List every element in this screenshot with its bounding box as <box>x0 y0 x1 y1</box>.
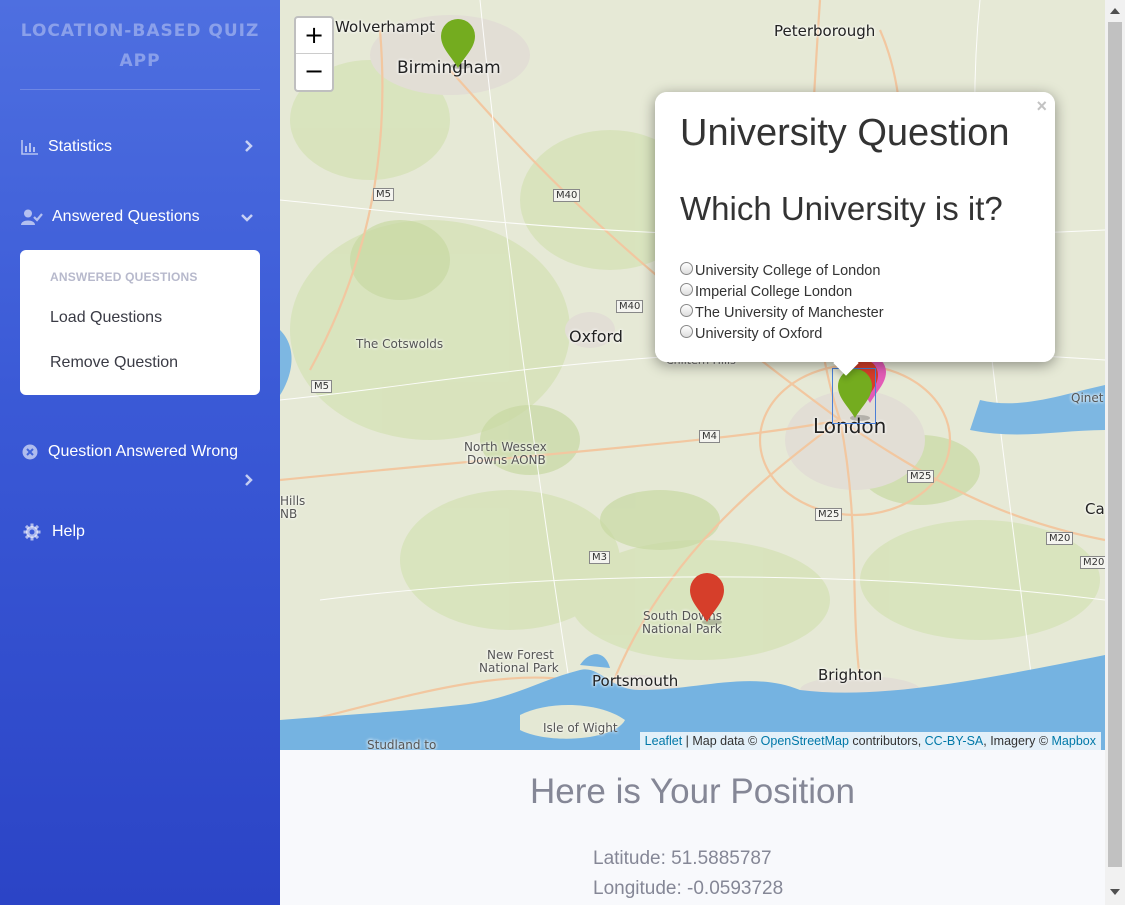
load-questions-link[interactable]: Load Questions <box>50 309 162 327</box>
map-marker-red[interactable] <box>688 572 728 626</box>
attribution-text: | Map data © <box>682 734 761 748</box>
longitude-line: Longitude: -0.0593728 <box>593 878 783 900</box>
map-label-new-forest-np: National Park <box>479 661 559 675</box>
sidebar: LOCATION-BASED QUIZ APP Statistics Answe… <box>0 0 280 905</box>
attribution-text: , Imagery © <box>983 734 1052 748</box>
attribution-text: contributors, <box>848 734 925 748</box>
map-label-north-wessex: North Wessex <box>464 440 547 454</box>
nav-answered-questions-label: Answered Questions <box>52 208 200 225</box>
nav-answered-questions[interactable]: Answered Questions <box>20 197 260 237</box>
answer-option-label: University College of London <box>695 262 881 279</box>
times-circle-icon <box>20 442 40 462</box>
longitude-label: Longitude: <box>593 878 688 899</box>
nav-question-answered-wrong[interactable]: Question Answered Wrong <box>20 432 260 486</box>
submenu-header: ANSWERED QUESTIONS <box>50 270 198 284</box>
radio-button[interactable] <box>680 325 693 338</box>
popup-question: Which University is it? <box>680 190 1003 227</box>
zoom-in-button[interactable]: + <box>296 18 332 54</box>
road-label: M5 <box>373 188 394 201</box>
road-label: M4 <box>699 430 720 443</box>
map-label-cotswolds: The Cotswolds <box>356 337 444 351</box>
map-marker-green[interactable] <box>439 18 477 70</box>
map-label-qinet: Qinet <box>1071 391 1104 405</box>
chevron-down-icon <box>240 210 254 228</box>
answer-option-label: University of Oxford <box>695 325 823 342</box>
radio-button[interactable] <box>680 283 693 296</box>
map-label-hills: Hills <box>280 494 306 508</box>
position-heading: Here is Your Position <box>530 772 855 811</box>
map-label-studland: Studland to <box>367 738 437 750</box>
question-popup: × University Question Which University i… <box>655 92 1055 376</box>
map[interactable]: M5 M40 M40 M5 M4 M3 M25 M25 M20 M20 Wolv… <box>280 0 1105 750</box>
map-label-nb: NB <box>280 507 298 521</box>
map-label-new-forest: New Forest <box>487 648 554 662</box>
scroll-down-arrow-icon[interactable] <box>1110 889 1120 895</box>
answer-option[interactable]: University of Oxford <box>680 323 884 344</box>
license-link[interactable]: CC-BY-SA <box>925 734 984 748</box>
map-attribution: Leaflet | Map data © OpenStreetMap contr… <box>639 732 1101 750</box>
road-label: M25 <box>815 508 843 521</box>
zoom-out-button[interactable]: − <box>296 54 332 90</box>
map-label-brighton: Brighton <box>818 666 883 684</box>
nav-statistics-label: Statistics <box>48 138 113 155</box>
map-label-oxford: Oxford <box>569 327 623 346</box>
road-label: M20 <box>1080 556 1105 569</box>
map-label-portsmouth: Portsmouth <box>592 672 679 690</box>
zoom-control: + − <box>294 16 334 92</box>
map-label-ca: Ca <box>1085 500 1105 518</box>
latitude-line: Latitude: 51.5885787 <box>593 848 772 870</box>
map-marker-green[interactable] <box>836 368 876 422</box>
map-label-wolverhampton: Wolverhampt <box>335 18 436 36</box>
answered-questions-submenu: ANSWERED QUESTIONS Load Questions Remove… <box>20 250 260 395</box>
answer-option[interactable]: The University of Manchester <box>680 302 884 323</box>
map-label-peterborough: Peterborough <box>774 22 876 40</box>
road-label: M20 <box>1046 532 1074 545</box>
position-section: Here is Your Position Latitude: 51.58857… <box>280 750 1105 905</box>
answer-options: University College of London Imperial Co… <box>680 260 884 344</box>
nav-question-answered-wrong-label: Question Answered Wrong <box>48 443 239 460</box>
mapbox-link[interactable]: Mapbox <box>1052 734 1096 748</box>
latitude-label: Latitude: <box>593 848 672 869</box>
sidebar-divider <box>20 89 260 90</box>
leaflet-link[interactable]: Leaflet <box>645 734 683 748</box>
radio-button[interactable] <box>680 262 693 275</box>
radio-button[interactable] <box>680 304 693 317</box>
vertical-scrollbar[interactable] <box>1105 0 1125 905</box>
close-icon[interactable]: × <box>1036 96 1047 117</box>
nav-help[interactable]: Help <box>20 512 260 552</box>
app-brand[interactable]: LOCATION-BASED QUIZ APP <box>20 16 260 88</box>
chevron-right-icon <box>244 139 254 158</box>
answer-option[interactable]: University College of London <box>680 260 884 281</box>
chevron-right-icon <box>244 473 254 492</box>
answer-option-label: The University of Manchester <box>695 304 884 321</box>
latitude-value: 51.5885787 <box>671 848 772 869</box>
answer-option-label: Imperial College London <box>695 283 853 300</box>
map-label-isle-of-wight: Isle of Wight <box>543 721 618 735</box>
road-label: M3 <box>589 551 610 564</box>
chart-icon <box>20 137 40 157</box>
road-label: M40 <box>553 189 581 202</box>
scroll-up-arrow-icon[interactable] <box>1110 8 1120 14</box>
user-check-icon <box>20 207 44 227</box>
openstreetmap-link[interactable]: OpenStreetMap <box>761 734 849 748</box>
nav-help-label: Help <box>52 523 85 540</box>
longitude-value: -0.0593728 <box>687 878 784 899</box>
scrollbar-thumb[interactable] <box>1108 22 1122 867</box>
road-label: M5 <box>311 380 332 393</box>
road-label: M40 <box>616 300 644 313</box>
map-label-north-wessex-aonb: Downs AONB <box>467 453 546 467</box>
nav-statistics[interactable]: Statistics <box>20 127 260 167</box>
answer-option[interactable]: Imperial College London <box>680 281 884 302</box>
road-label: M25 <box>907 470 935 483</box>
popup-title: University Question <box>680 112 1010 154</box>
remove-question-link[interactable]: Remove Question <box>50 354 178 372</box>
gear-icon <box>20 522 44 542</box>
